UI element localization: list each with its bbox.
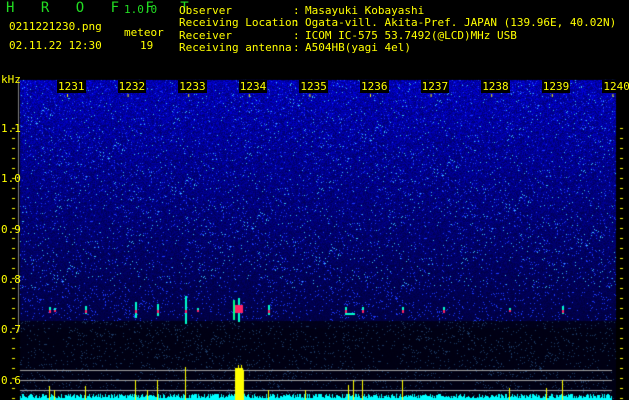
time-tick-label: 1238 bbox=[481, 80, 510, 93]
time-tick-label: 1240 bbox=[602, 80, 629, 93]
spectrogram bbox=[0, 0, 629, 400]
y-tick-label: 0.7 bbox=[1, 323, 21, 337]
time-tick-label: 1233 bbox=[178, 80, 207, 93]
y-tick-label: 0.8 bbox=[1, 272, 21, 286]
info-label: Receiving antenna bbox=[179, 40, 292, 54]
info-label: Observer bbox=[179, 4, 232, 17]
meteor-label: meteor bbox=[124, 26, 164, 39]
info-value: ICOM IC-575 53.7492(@LCD)MHz USB bbox=[305, 28, 517, 42]
info-colon: : bbox=[293, 4, 300, 17]
time-tick-label: 1237 bbox=[420, 80, 450, 93]
info-value: A504HB(yagi 4el) bbox=[305, 40, 411, 54]
file-name: 0211221230.png bbox=[9, 20, 102, 33]
info-colon: : bbox=[293, 16, 300, 30]
app-version: 1.0.0 bbox=[124, 3, 158, 16]
info-colon: : bbox=[293, 40, 300, 54]
time-tick-label: 1232 bbox=[117, 80, 147, 93]
info-label: Receiver bbox=[179, 28, 232, 42]
y-tick-label: 0.6 bbox=[1, 373, 21, 387]
y-tick-label: 1.1 bbox=[1, 122, 21, 135]
time-tick-label: 1235 bbox=[299, 80, 328, 93]
info-label: Receiving Location bbox=[179, 16, 299, 30]
hrofft-window: H R O F F T 1.0.0 0211221230.png 02.11.2… bbox=[0, 0, 629, 400]
y-tick-label: 1.0 bbox=[1, 172, 21, 186]
info-value: Ogata-vill. Akita-Pref. JAPAN (139.96E, … bbox=[305, 16, 617, 30]
info-value: Masayuki Kobayashi bbox=[305, 4, 425, 17]
info-colon: : bbox=[293, 28, 300, 42]
app-title: H R O F F T bbox=[6, 0, 198, 16]
meteor-count: 19 bbox=[140, 39, 154, 52]
time-tick-label: 1231 bbox=[57, 80, 86, 93]
y-tick-label: 0.9 bbox=[1, 222, 21, 236]
axis-unit: kHz bbox=[1, 73, 21, 86]
time-tick-label: 1236 bbox=[360, 80, 389, 93]
time-tick-label: 1234 bbox=[238, 80, 268, 93]
time-tick-label: 1239 bbox=[541, 80, 571, 93]
file-datetime: 02.11.22 12:30 bbox=[9, 39, 102, 52]
